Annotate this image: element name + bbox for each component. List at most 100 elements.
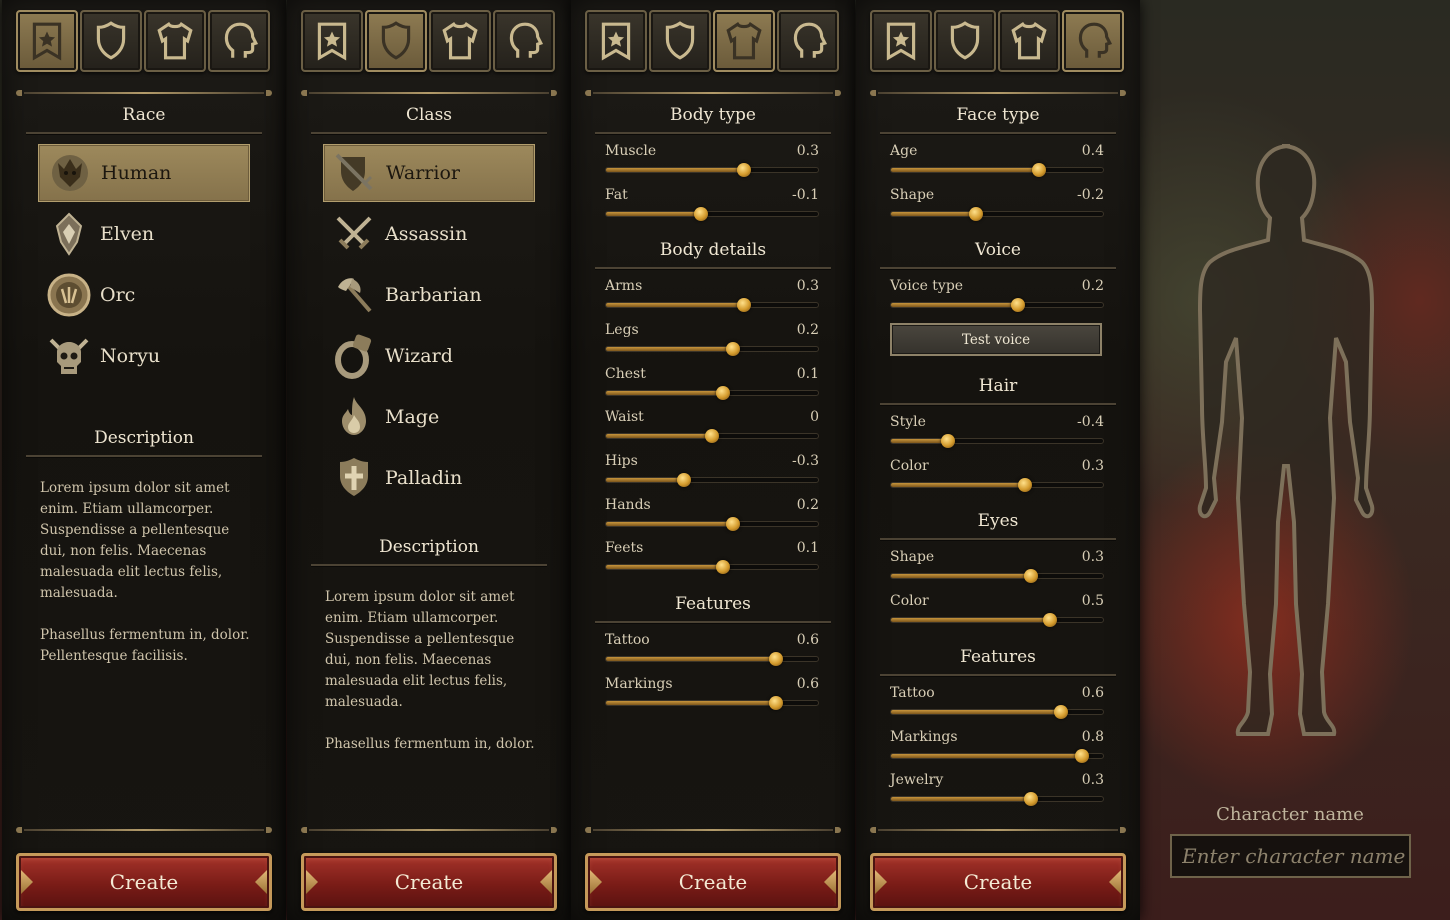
slider-chest[interactable]: Chest 0.1	[603, 366, 819, 410]
tab-class[interactable]	[80, 10, 142, 72]
tab-race[interactable]	[16, 10, 78, 72]
slider-track[interactable]	[605, 342, 819, 356]
slider-knob[interactable]	[736, 163, 751, 177]
slider-track[interactable]	[605, 517, 819, 531]
slider-knob[interactable]	[1023, 792, 1038, 806]
slider-arms[interactable]: Arms 0.3	[603, 278, 819, 322]
slider-track[interactable]	[890, 792, 1104, 806]
slider-knob[interactable]	[968, 207, 983, 221]
class-item-wizard[interactable]: Wizard	[323, 327, 535, 385]
slider-feets[interactable]: Feets 0.1	[603, 540, 819, 584]
slider-knob[interactable]	[677, 473, 692, 487]
race-item-human[interactable]: Human	[38, 144, 250, 202]
create-button[interactable]: Create	[870, 853, 1126, 911]
slider-track[interactable]	[890, 434, 1104, 448]
slider-knob[interactable]	[1053, 705, 1068, 719]
slider-waist[interactable]: Waist 0	[603, 409, 819, 453]
slider-hair-color[interactable]: Color 0.3	[888, 458, 1104, 502]
slider-track[interactable]	[890, 613, 1104, 627]
slider-knob[interactable]	[736, 298, 751, 312]
tab-face[interactable]	[777, 10, 839, 72]
slider-knob[interactable]	[1032, 163, 1047, 177]
slider-track[interactable]	[890, 163, 1104, 177]
slider-hands[interactable]: Hands 0.2	[603, 497, 819, 541]
create-button[interactable]: Create	[301, 853, 557, 911]
slider-knob[interactable]	[768, 696, 783, 710]
tab-race[interactable]	[870, 10, 932, 72]
slider-legs[interactable]: Legs 0.2	[603, 322, 819, 366]
flame-icon	[327, 390, 381, 444]
slider-track[interactable]	[890, 705, 1104, 719]
slider-knob[interactable]	[1023, 569, 1038, 583]
class-item-palladin[interactable]: Palladin	[323, 449, 535, 507]
slider-track[interactable]	[890, 478, 1104, 492]
slider-knob[interactable]	[726, 517, 741, 531]
tab-class[interactable]	[649, 10, 711, 72]
slider-age[interactable]: Age 0.4	[888, 143, 1104, 187]
slider-tattoo[interactable]: Tattoo 0.6	[603, 632, 819, 676]
create-button[interactable]: Create	[16, 853, 272, 911]
slider-knob[interactable]	[715, 560, 730, 574]
slider-eyes-shape[interactable]: Shape 0.3	[888, 549, 1104, 593]
slider-knob[interactable]	[768, 652, 783, 666]
slider-face-tattoo[interactable]: Tattoo 0.6	[888, 685, 1104, 729]
slider-track[interactable]	[605, 473, 819, 487]
slider-eyes-color[interactable]: Color 0.5	[888, 593, 1104, 637]
create-button[interactable]: Create	[585, 853, 841, 911]
class-item-barbarian[interactable]: Barbarian	[323, 266, 535, 324]
slider-knob[interactable]	[1017, 478, 1032, 492]
slider-knob[interactable]	[941, 434, 956, 448]
head-profile-icon	[1078, 22, 1113, 58]
tab-class[interactable]	[934, 10, 996, 72]
tab-body[interactable]	[713, 10, 775, 72]
slider-track[interactable]	[890, 749, 1104, 763]
slider-track[interactable]	[605, 386, 819, 400]
slider-track[interactable]	[605, 560, 819, 574]
tab-face[interactable]	[1062, 10, 1124, 72]
slider-track[interactable]	[890, 569, 1104, 583]
race-item-noryu[interactable]: Noryu	[38, 327, 250, 385]
slider-track[interactable]	[605, 652, 819, 666]
slider-markings[interactable]: Markings 0.6	[603, 676, 819, 720]
slider-jewelry[interactable]: Jewelry 0.3	[888, 772, 1104, 816]
slider-face-shape[interactable]: Shape -0.2	[888, 187, 1104, 231]
slider-knob[interactable]	[1011, 298, 1026, 312]
slider-label: Shape	[890, 549, 935, 565]
tab-body[interactable]	[144, 10, 206, 72]
slider-hair-style[interactable]: Style -0.4	[888, 414, 1104, 458]
slider-track[interactable]	[890, 207, 1104, 221]
class-item-assassin[interactable]: Assassin	[323, 205, 535, 263]
slider-knob[interactable]	[694, 207, 709, 221]
test-voice-button[interactable]: Test voice	[890, 323, 1102, 356]
tab-class[interactable]	[365, 10, 427, 72]
slider-track[interactable]	[605, 163, 819, 177]
tab-face[interactable]	[493, 10, 555, 72]
slider-face-markings[interactable]: Markings 0.8	[888, 729, 1104, 773]
race-item-elven[interactable]: Elven	[38, 205, 250, 263]
slider-track[interactable]	[605, 696, 819, 710]
slider-value: -0.2	[1077, 187, 1104, 203]
slider-hips[interactable]: Hips -0.3	[603, 453, 819, 497]
class-item-mage[interactable]: Mage	[323, 388, 535, 446]
race-item-orc[interactable]: Orc	[38, 266, 250, 324]
slider-voice-type[interactable]: Voice type 0.2	[888, 278, 1104, 322]
slider-knob[interactable]	[726, 342, 741, 356]
slider-muscle[interactable]: Muscle 0.3	[603, 143, 819, 187]
character-name-input[interactable]	[1170, 834, 1411, 878]
slider-fat[interactable]: Fat -0.1	[603, 187, 819, 231]
slider-knob[interactable]	[705, 429, 719, 443]
slider-track[interactable]	[605, 429, 819, 443]
tab-face[interactable]	[208, 10, 270, 72]
slider-knob[interactable]	[1043, 613, 1057, 627]
tab-body[interactable]	[429, 10, 491, 72]
class-item-warrior[interactable]: Warrior	[323, 144, 535, 202]
tab-body[interactable]	[998, 10, 1060, 72]
tab-race[interactable]	[301, 10, 363, 72]
slider-knob[interactable]	[1074, 749, 1089, 763]
slider-label: Shape	[890, 187, 935, 203]
slider-knob[interactable]	[715, 386, 730, 400]
slider-track[interactable]	[605, 207, 819, 221]
slider-track[interactable]	[890, 298, 1104, 312]
slider-track[interactable]	[605, 298, 819, 312]
tab-race[interactable]	[585, 10, 647, 72]
